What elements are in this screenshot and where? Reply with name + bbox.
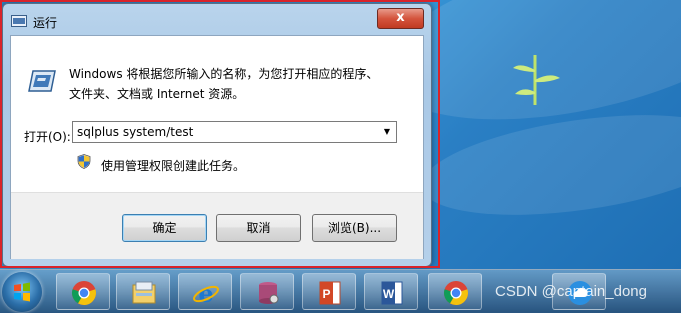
svg-text:W: W bbox=[383, 287, 395, 301]
window-title: 运行 bbox=[33, 16, 58, 30]
dropdown-arrow-icon[interactable]: ▼ bbox=[380, 126, 394, 138]
dialog-body: Windows 将根据您所输入的名称，为您打开相应的程序、 文件夹、文档或 In… bbox=[10, 35, 424, 259]
word-icon: W bbox=[381, 281, 403, 305]
powerpoint-icon: P bbox=[319, 281, 341, 305]
wallpaper-streak bbox=[415, 98, 681, 232]
svg-text:e: e bbox=[198, 279, 213, 307]
watermark-text: CSDN @captain_dong bbox=[495, 283, 647, 300]
run-program-icon bbox=[28, 70, 56, 92]
open-label: 打开(O): bbox=[24, 130, 71, 144]
taskbar-file-explorer[interactable] bbox=[116, 273, 170, 310]
file-explorer-icon bbox=[132, 281, 156, 304]
close-button[interactable]: x bbox=[377, 8, 424, 29]
open-combobox[interactable]: ▼ bbox=[72, 121, 397, 143]
browse-button[interactable]: 浏览(B)... bbox=[312, 214, 397, 242]
run-dialog: 运行 x Windows 将根据您所输入的名称，为您打开相应的程序、 文件夹、文… bbox=[2, 3, 432, 267]
uac-shield-icon bbox=[77, 154, 91, 169]
windows-logo-icon bbox=[14, 282, 30, 302]
chrome-icon bbox=[72, 281, 96, 305]
close-icon: x bbox=[396, 10, 405, 25]
taskbar-database-tool[interactable] bbox=[240, 273, 294, 310]
description-line-2: 文件夹、文档或 Internet 资源。 bbox=[69, 87, 245, 101]
admin-note: 使用管理权限创建此任务。 bbox=[101, 159, 246, 173]
title-bar[interactable]: 运行 x bbox=[3, 4, 431, 34]
taskbar-chrome[interactable] bbox=[56, 273, 110, 310]
svg-text:P: P bbox=[322, 287, 330, 301]
open-input[interactable] bbox=[73, 122, 377, 142]
run-app-icon bbox=[11, 15, 27, 27]
start-button[interactable] bbox=[2, 272, 42, 312]
taskbar-powerpoint[interactable]: P bbox=[302, 273, 356, 310]
internet-explorer-icon: e bbox=[193, 279, 219, 307]
taskbar-word[interactable]: W bbox=[364, 273, 418, 310]
taskbar-chrome-2[interactable] bbox=[428, 273, 482, 310]
bamboo-logo-icon bbox=[513, 55, 560, 105]
database-tool-icon bbox=[259, 282, 279, 304]
taskbar-internet-explorer[interactable]: e bbox=[178, 273, 232, 310]
description-line-1: Windows 将根据您所输入的名称，为您打开相应的程序、 bbox=[69, 67, 379, 81]
cancel-button[interactable]: 取消 bbox=[216, 214, 301, 242]
chrome-icon bbox=[444, 281, 468, 305]
ok-button[interactable]: 确定 bbox=[122, 214, 207, 242]
